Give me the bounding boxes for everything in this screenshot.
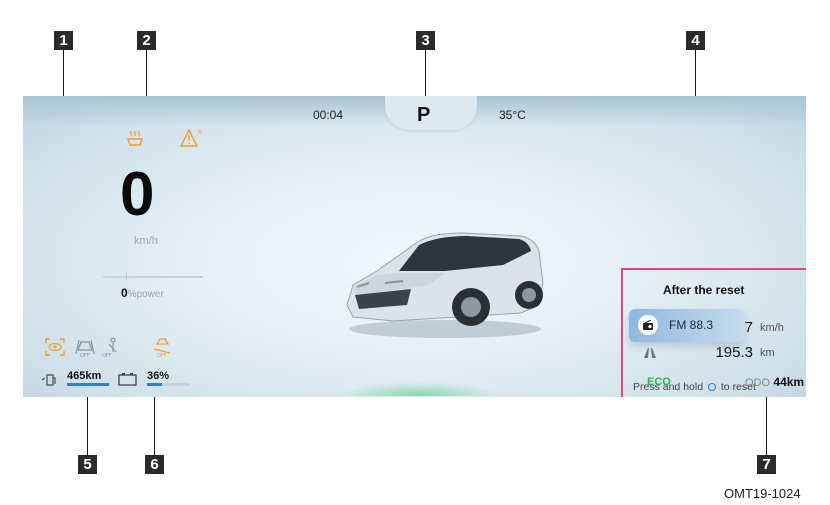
- figure-code: OMT19-1024: [724, 486, 801, 501]
- battery-bar: [147, 383, 190, 386]
- radio-glyph: [643, 320, 653, 330]
- callout-3: 3: [416, 31, 435, 50]
- range-bar: [67, 383, 111, 386]
- outside-temperature: 35°C: [499, 108, 526, 122]
- odometer-value: 44km: [773, 375, 805, 389]
- gear-indicator-tab: [385, 96, 477, 130]
- speed-value: 0: [120, 160, 155, 229]
- callout-1: 1: [54, 31, 73, 50]
- speed-unit: km/h: [134, 235, 158, 247]
- battery-bar-fill: [147, 383, 163, 386]
- svg-text:OFF: OFF: [80, 353, 90, 358]
- gear-indicator: P: [417, 104, 431, 126]
- reset-panel-title: After the reset: [663, 283, 745, 297]
- drive-mode: ECO: [647, 376, 671, 388]
- instrument-cluster: 00:04 P 35°C 6 0 km/h 0%power OFF OFF OF…: [23, 96, 806, 397]
- svg-text:OFF: OFF: [102, 353, 112, 358]
- leader-line-5: [87, 388, 88, 455]
- range-bar-fill: [67, 383, 109, 386]
- leader-line-7: [766, 390, 767, 455]
- svg-text:OFF: OFF: [157, 353, 167, 358]
- seatbelt-off-icon: OFF: [102, 337, 117, 358]
- power-value: 0: [121, 286, 128, 300]
- fuel-pump-icon: [41, 374, 56, 386]
- radio-station: FM 88.3: [669, 318, 714, 332]
- power-readout: 0%power: [121, 286, 164, 300]
- floor-glow: [339, 382, 499, 396]
- battery-icon: [118, 373, 137, 386]
- odometer: ODO 44km: [745, 375, 804, 389]
- svg-text:6: 6: [198, 129, 202, 136]
- power-unit: %power: [127, 289, 164, 300]
- warning-triangle-icon: 6: [179, 128, 202, 147]
- road-icon: [644, 348, 656, 358]
- radio-card: FM 88.3: [629, 309, 745, 342]
- hill-descent-icon: OFF: [153, 338, 171, 358]
- callout-6: 6: [145, 455, 164, 474]
- odometer-label: ODO: [745, 377, 771, 389]
- power-bar: [103, 276, 203, 278]
- callout-2: 2: [137, 31, 156, 50]
- car-image: [346, 232, 544, 338]
- clock: 00:04: [313, 108, 344, 122]
- distance-unit: km: [760, 347, 775, 359]
- range-value: 465km: [67, 370, 102, 382]
- avg-speed-unit: km/h: [760, 322, 784, 334]
- leader-line-6: [154, 388, 155, 455]
- radio-icon: [638, 315, 658, 335]
- circle-button-icon: [707, 383, 716, 391]
- seat-heat-icon: [126, 130, 144, 146]
- lane-assist-off-icon: OFF: [75, 339, 95, 358]
- distance-value: 195.3: [715, 344, 753, 361]
- driver-monitor-icon: [45, 338, 65, 356]
- callout-7: 7: [757, 455, 776, 474]
- battery-value: 36%: [147, 370, 170, 382]
- callout-4: 4: [686, 31, 705, 50]
- callout-5: 5: [78, 455, 97, 474]
- power-bar-tick: [126, 272, 127, 280]
